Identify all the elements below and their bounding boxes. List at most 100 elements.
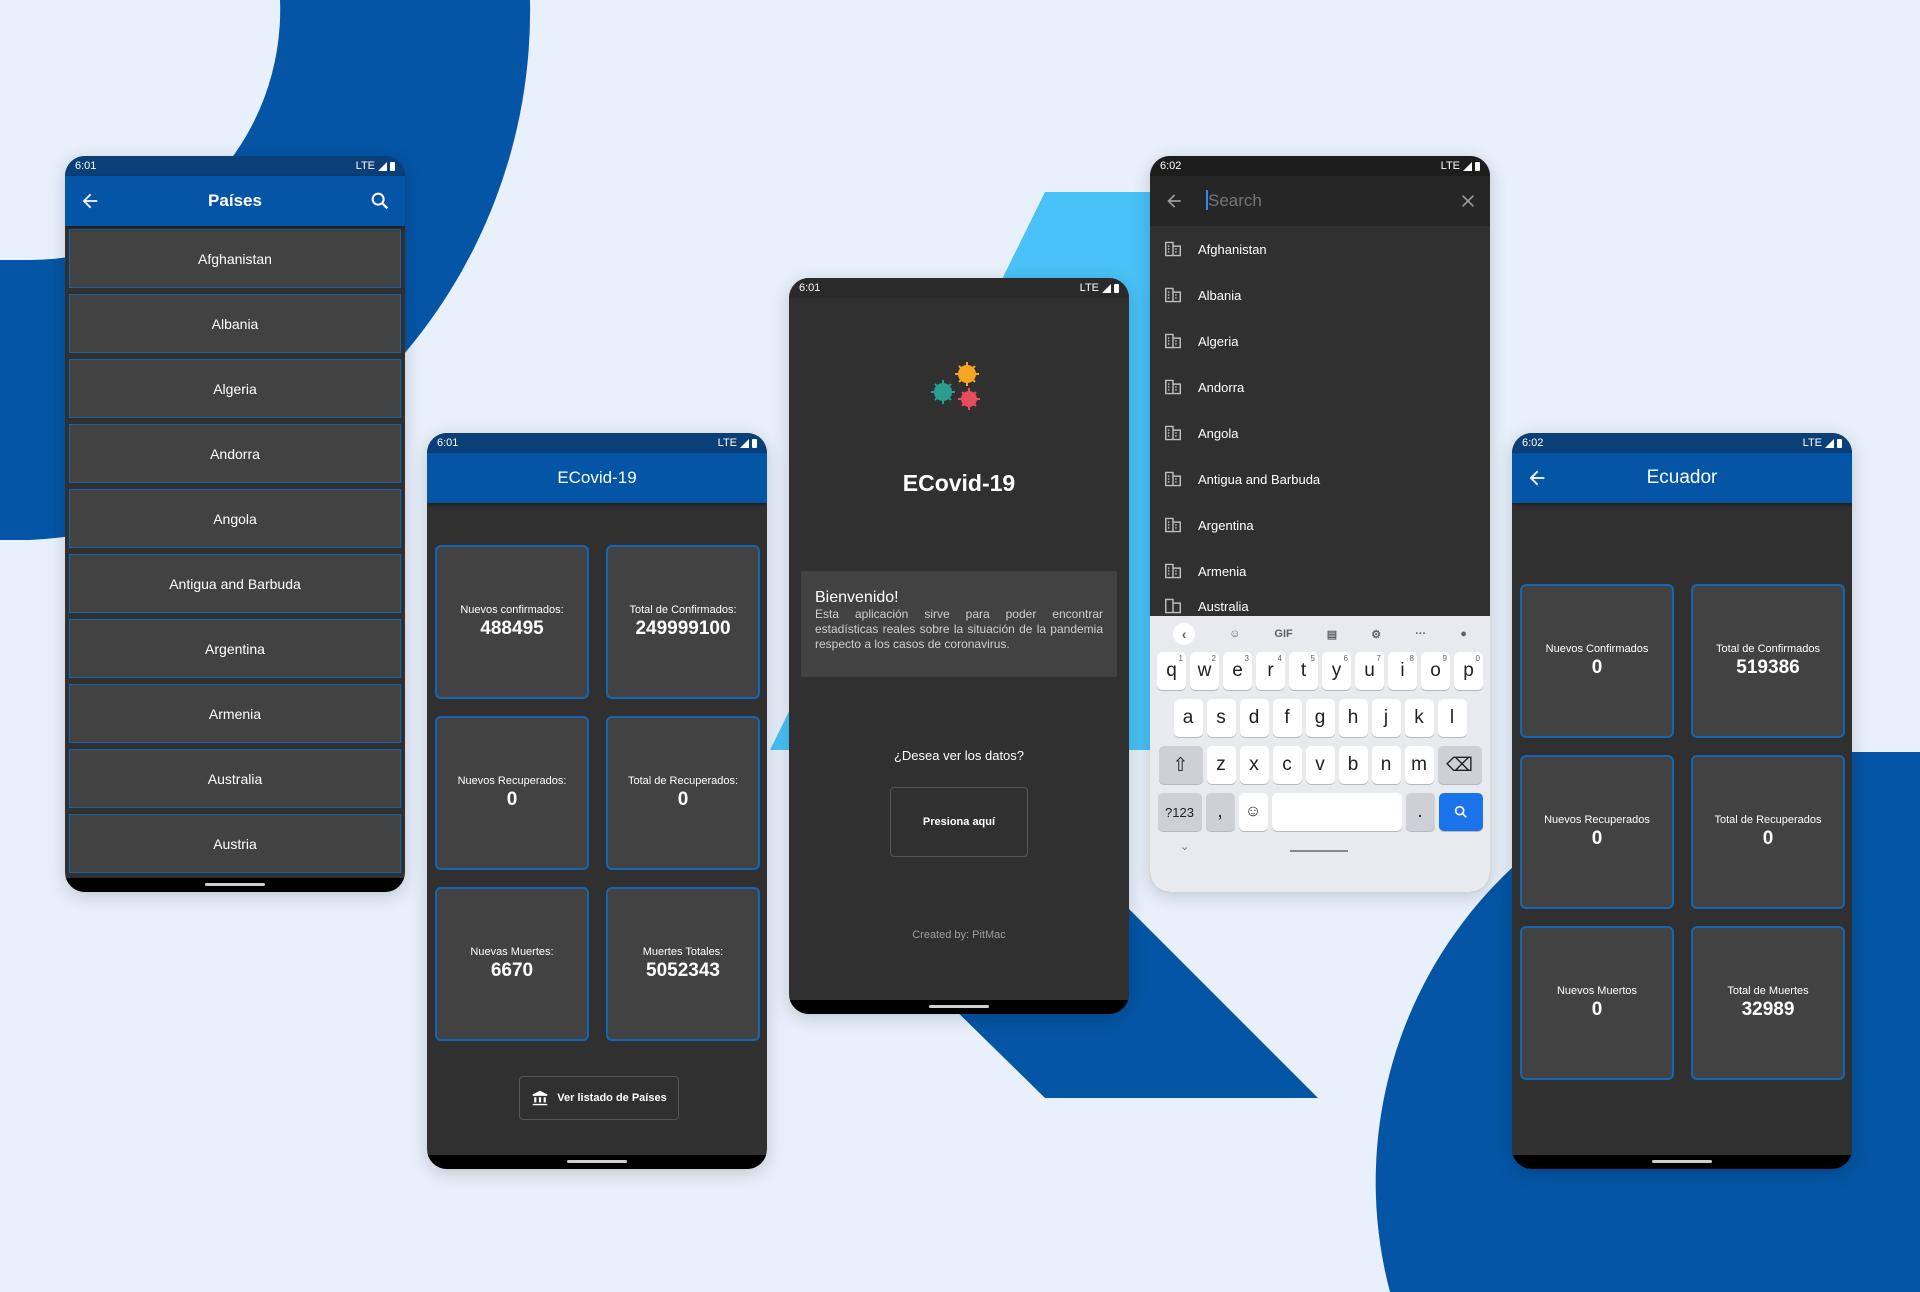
letter-key[interactable]: h — [1338, 699, 1368, 737]
letter-key[interactable]: j — [1371, 699, 1401, 737]
suggestion-item[interactable]: Antigua and Barbuda — [1150, 456, 1490, 502]
letter-key[interactable]: r4 — [1256, 652, 1285, 690]
letter-key[interactable]: s — [1206, 699, 1236, 737]
key-label: d — [1248, 707, 1260, 728]
key-label: t — [1300, 660, 1307, 681]
letter-key[interactable]: c — [1272, 746, 1302, 784]
battery-icon — [1114, 283, 1119, 293]
search-key[interactable] — [1438, 793, 1483, 831]
key-label: h — [1347, 707, 1359, 728]
view-countries-button[interactable]: Ver listado de Países — [519, 1076, 679, 1120]
stat-value: 0 — [1762, 828, 1774, 849]
letter-key[interactable]: b — [1338, 746, 1368, 784]
back-arrow-icon[interactable] — [1164, 191, 1184, 211]
press-here-button[interactable]: Presiona aquí — [890, 787, 1028, 857]
country-button[interactable]: Albania — [69, 294, 401, 353]
letter-key[interactable]: d — [1239, 699, 1269, 737]
letter-key[interactable]: q1 — [1157, 652, 1186, 690]
space-key[interactable] — [1271, 793, 1402, 831]
letter-key[interactable]: o9 — [1421, 652, 1450, 690]
search-icon[interactable] — [369, 190, 391, 212]
letter-key[interactable]: i8 — [1388, 652, 1417, 690]
letter-key[interactable]: x — [1239, 746, 1269, 784]
signal-icon — [378, 161, 387, 171]
comma-key[interactable]: , — [1205, 793, 1235, 831]
period-key[interactable]: . — [1405, 793, 1435, 831]
clear-icon[interactable] — [1460, 193, 1476, 209]
country-button[interactable]: Afghanistan — [69, 229, 401, 288]
search-input[interactable] — [1208, 191, 1408, 211]
suggestion-item[interactable]: Australia — [1150, 594, 1490, 614]
country-button[interactable]: Andorra — [69, 424, 401, 483]
letter-key[interactable]: p0 — [1454, 652, 1483, 690]
country-button[interactable]: Argentina — [69, 619, 401, 678]
hide-keyboard-icon[interactable]: ⌄ — [1180, 840, 1189, 853]
more-icon[interactable]: ··· — [1415, 628, 1426, 640]
key-label: b — [1347, 754, 1359, 775]
letter-key[interactable]: g — [1305, 699, 1335, 737]
suggestion-item[interactable]: Afghanistan — [1150, 226, 1490, 272]
emoji-key[interactable]: ☺ — [1238, 793, 1268, 831]
suggestion-item[interactable]: Armenia — [1150, 548, 1490, 594]
backspace-key[interactable]: ⌫ — [1437, 746, 1482, 784]
key-label: j — [1383, 707, 1389, 728]
stat-label: Total de Muertes — [1727, 985, 1809, 997]
symbols-key[interactable]: ?123 — [1157, 793, 1202, 831]
suggestion-item[interactable]: Angola — [1150, 410, 1490, 456]
gif-button[interactable]: GIF — [1274, 628, 1292, 640]
key-label: w — [1197, 660, 1212, 681]
letter-key[interactable]: v — [1305, 746, 1335, 784]
country-list: Afghanistan Albania Algeria Andorra Ango… — [65, 229, 405, 873]
letter-key[interactable]: n — [1371, 746, 1401, 784]
country-button[interactable]: Austria — [69, 814, 401, 873]
country-button[interactable]: Angola — [69, 489, 401, 548]
letter-key[interactable]: y6 — [1322, 652, 1351, 690]
keyboard-row: ⇧ z x c v bnm ⌫ — [1150, 746, 1490, 784]
country-button[interactable]: Australia — [69, 749, 401, 808]
key-label: n — [1380, 754, 1392, 775]
key-hint: 0 — [1475, 654, 1480, 663]
letter-key[interactable]: e3 — [1223, 652, 1252, 690]
settings-icon[interactable]: ⚙ — [1371, 628, 1381, 641]
building-icon — [1165, 598, 1181, 614]
view-countries-label: Ver listado de Países — [557, 1092, 667, 1104]
collapse-keyboard-icon[interactable]: ‹ — [1173, 623, 1196, 645]
suggestion-item[interactable]: Argentina — [1150, 502, 1490, 548]
letter-key[interactable]: f — [1272, 699, 1302, 737]
letter-key[interactable]: l — [1437, 699, 1467, 737]
letter-key[interactable]: a — [1173, 699, 1203, 737]
suggestion-label: Albania — [1198, 287, 1242, 303]
letter-key[interactable]: u7 — [1355, 652, 1384, 690]
key-label: c — [1282, 754, 1292, 775]
status-bar: 6:01 LTE — [65, 156, 405, 176]
key-label: r — [1267, 660, 1274, 681]
letter-key[interactable]: t5 — [1289, 652, 1318, 690]
suggestion-item[interactable]: Algeria — [1150, 318, 1490, 364]
country-button[interactable]: Antigua and Barbuda — [69, 554, 401, 613]
home-indicator[interactable] — [1652, 1160, 1712, 1163]
back-arrow-icon[interactable] — [79, 190, 101, 212]
microphone-icon[interactable]: ● — [1460, 628, 1467, 640]
shift-key[interactable]: ⇧ — [1158, 746, 1203, 784]
letter-key[interactable]: k — [1404, 699, 1434, 737]
suggestion-item[interactable]: Albania — [1150, 272, 1490, 318]
sticker-icon[interactable]: ☺ — [1229, 628, 1240, 640]
clipboard-icon[interactable]: ▤ — [1327, 628, 1337, 641]
home-indicator[interactable] — [929, 1005, 989, 1008]
letter-key[interactable]: z — [1206, 746, 1236, 784]
suggestion-item[interactable]: Andorra — [1150, 364, 1490, 410]
home-indicator[interactable] — [567, 1160, 627, 1163]
country-button[interactable]: Algeria — [69, 359, 401, 418]
home-indicator[interactable] — [205, 883, 265, 886]
network-label: LTE — [717, 437, 737, 449]
stat-value: 0 — [506, 789, 518, 810]
signal-icon — [1102, 283, 1111, 293]
country-button[interactable]: Armenia — [69, 684, 401, 743]
battery-icon — [1475, 161, 1480, 171]
letter-key[interactable]: w2 — [1190, 652, 1219, 690]
letter-key[interactable]: m — [1404, 746, 1434, 784]
back-arrow-icon[interactable] — [1526, 467, 1548, 489]
key-label: v — [1315, 754, 1325, 775]
key-hint: 6 — [1343, 654, 1348, 663]
key-label: e — [1232, 660, 1243, 681]
